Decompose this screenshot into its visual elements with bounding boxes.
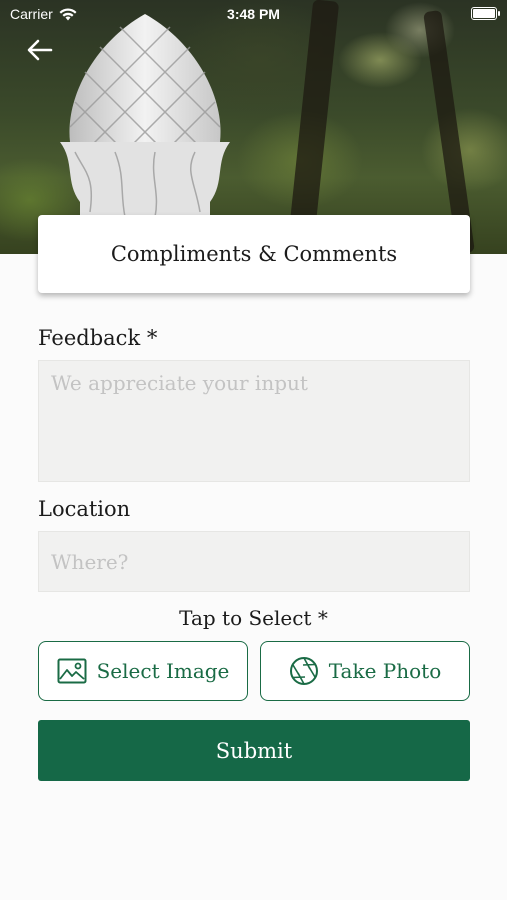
- location-label: Location: [38, 497, 131, 521]
- submit-button[interactable]: Submit: [38, 720, 470, 781]
- image-icon: [57, 658, 87, 684]
- feedback-textarea[interactable]: [38, 360, 470, 482]
- submit-label: Submit: [215, 738, 293, 763]
- location-input[interactable]: [38, 531, 470, 592]
- status-bar: Carrier 3:48 PM: [0, 0, 507, 28]
- back-button[interactable]: [24, 34, 56, 66]
- take-photo-button[interactable]: Take Photo: [260, 641, 470, 701]
- statue-finial-image: [60, 14, 230, 222]
- page-title-card: Compliments & Comments: [38, 215, 470, 293]
- tap-to-select-label: Tap to Select *: [179, 606, 328, 630]
- select-image-button[interactable]: Select Image: [38, 641, 248, 701]
- camera-aperture-icon: [289, 657, 318, 685]
- status-time: 3:48 PM: [227, 6, 280, 22]
- feedback-label: Feedback *: [38, 326, 158, 350]
- select-image-label: Select Image: [96, 659, 230, 683]
- take-photo-label: Take Photo: [328, 659, 442, 683]
- page-title: Compliments & Comments: [110, 242, 398, 266]
- battery-icon: [471, 7, 500, 20]
- arrow-left-icon: [27, 39, 53, 61]
